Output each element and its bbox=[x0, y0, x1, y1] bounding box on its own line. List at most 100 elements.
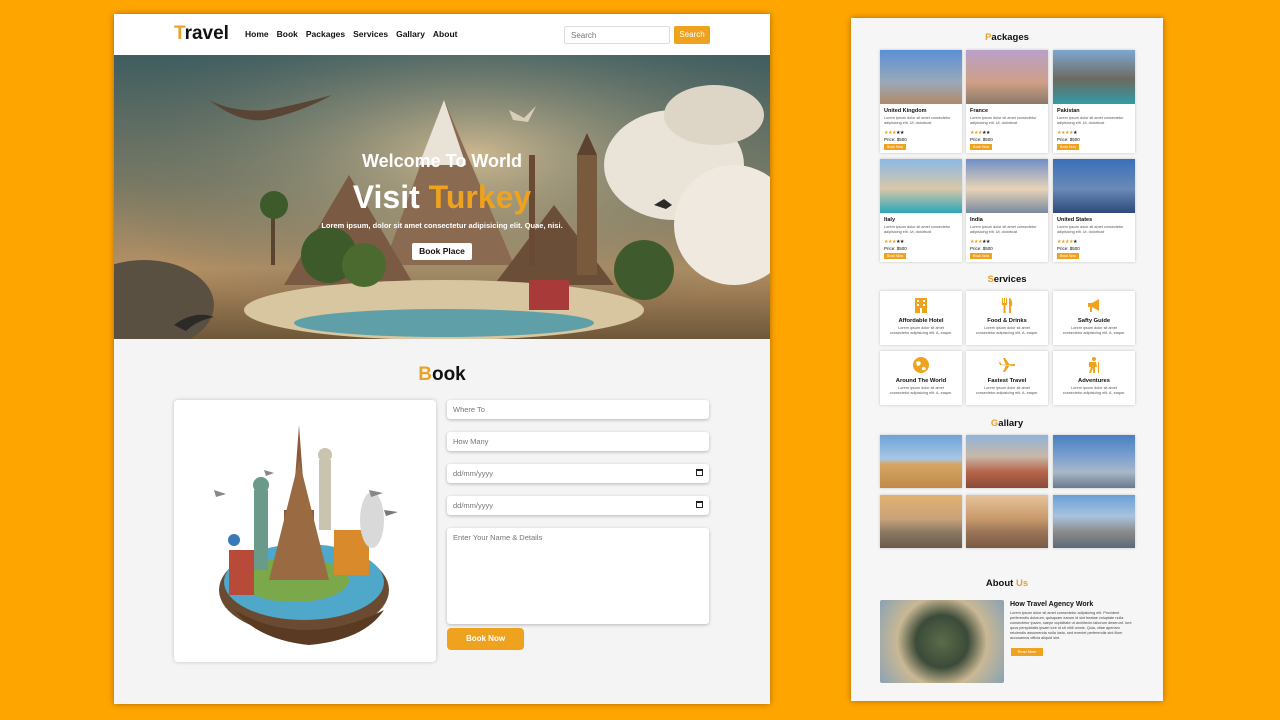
package-book-button[interactable]: Book Now bbox=[884, 253, 906, 259]
nav-link-book[interactable]: Book bbox=[277, 29, 298, 39]
date-from-input[interactable]: dd/mm/yyyy bbox=[447, 464, 709, 483]
package-book-button[interactable]: Book Now bbox=[884, 144, 906, 150]
package-book-button[interactable]: Book Now bbox=[970, 253, 992, 259]
star-rating: ★★★★★ bbox=[970, 239, 990, 245]
landmarks-island-image bbox=[214, 425, 398, 645]
package-card: United Kingdom Lorem ipsum dolor sit ame… bbox=[880, 50, 962, 153]
package-card: Italy Lorem ipsum dolor sit amet consect… bbox=[880, 159, 962, 262]
package-image bbox=[966, 50, 1048, 104]
about-image bbox=[880, 600, 1004, 683]
star-rating: ★★★★★ bbox=[884, 130, 904, 136]
how-many-input[interactable]: How Many bbox=[447, 432, 709, 451]
services-title: Services bbox=[987, 274, 1027, 285]
package-description: Lorem ipsum dolor sit amet consectetur a… bbox=[970, 116, 1037, 125]
service-description: Lorem ipsum dolor sit amet consectetur a… bbox=[1062, 386, 1126, 395]
service-description: Lorem ipsum dolor sit amet consectetur a… bbox=[889, 326, 953, 335]
package-image bbox=[1053, 50, 1135, 104]
service-card: Affordable Hotel Lorem ipsum dolor sit a… bbox=[880, 291, 962, 345]
service-description: Lorem ipsum dolor sit amet consectetur a… bbox=[1062, 326, 1126, 335]
service-description: Lorem ipsum dolor sit amet consectetur a… bbox=[975, 326, 1039, 335]
package-card: Pakistan Lorem ipsum dolor sit amet cons… bbox=[1053, 50, 1135, 153]
packages-title: Packages bbox=[985, 32, 1029, 43]
package-name: United Kingdom bbox=[884, 108, 927, 114]
utensils-icon bbox=[1002, 298, 1013, 313]
about-text: Lorem ipsum dolor sit amet consectetur a… bbox=[1010, 611, 1132, 640]
calendar-icon[interactable] bbox=[696, 469, 703, 476]
star-rating: ★★★★★ bbox=[1057, 130, 1077, 136]
service-card: Around The World Lorem ipsum dolor sit a… bbox=[880, 351, 962, 405]
package-image bbox=[880, 159, 962, 213]
package-image bbox=[966, 159, 1048, 213]
plane-icon bbox=[999, 358, 1015, 372]
navbar: Travel Home Book Packages Services Galla… bbox=[114, 14, 770, 55]
nav-link-packages[interactable]: Packages bbox=[306, 29, 345, 39]
package-price: Price: $500 bbox=[884, 137, 907, 142]
book-section-title: Book bbox=[418, 364, 466, 385]
package-name: Pakistan bbox=[1057, 108, 1080, 114]
star-rating: ★★★★★ bbox=[970, 130, 990, 136]
gallery-image-paris[interactable] bbox=[880, 495, 962, 548]
service-name: Food & Drinks bbox=[987, 318, 1027, 324]
package-name: India bbox=[970, 217, 983, 223]
logo[interactable]: Travel bbox=[174, 23, 229, 45]
book-place-button[interactable]: Book Place bbox=[412, 243, 472, 260]
package-name: France bbox=[970, 108, 989, 114]
gallery-image-istanbul[interactable] bbox=[1053, 495, 1135, 548]
package-book-button[interactable]: Book Now bbox=[1057, 253, 1079, 259]
service-card: Safty Guide Lorem ipsum dolor sit amet c… bbox=[1053, 291, 1135, 345]
package-name: United States bbox=[1057, 217, 1093, 223]
package-book-button[interactable]: Book Now bbox=[970, 144, 992, 150]
package-image bbox=[1053, 159, 1135, 213]
package-price: Price: $500 bbox=[1057, 137, 1080, 142]
package-description: Lorem ipsum dolor sit amet consectetur a… bbox=[884, 225, 951, 234]
service-name: Safty Guide bbox=[1077, 318, 1111, 324]
package-price: Price: $500 bbox=[970, 137, 993, 142]
desktop-preview: Travel Home Book Packages Services Galla… bbox=[114, 14, 770, 704]
about-title: About Us bbox=[985, 578, 1029, 589]
package-image bbox=[880, 50, 962, 104]
star-rating: ★★★★★ bbox=[1057, 239, 1077, 245]
about-heading: How Travel Agency Work bbox=[1010, 601, 1094, 608]
page-overview: Packages United Kingdom Lorem ipsum dolo… bbox=[851, 18, 1163, 701]
package-price: Price: $500 bbox=[884, 246, 907, 251]
package-card: France Lorem ipsum dolor sit amet consec… bbox=[966, 50, 1048, 153]
nav-link-about[interactable]: About bbox=[433, 29, 458, 39]
service-card: Food & Drinks Lorem ipsum dolor sit amet… bbox=[966, 291, 1048, 345]
hero-welcome: Welcome To World bbox=[361, 151, 522, 171]
search-button[interactable]: Search bbox=[674, 26, 710, 44]
read-more-button[interactable]: Read More bbox=[1011, 648, 1043, 656]
service-name: Adventures bbox=[1078, 378, 1110, 384]
megaphone-icon bbox=[1088, 299, 1099, 312]
gallery-title: Gallary bbox=[990, 418, 1024, 429]
gallery-image-city-rooftops[interactable] bbox=[966, 435, 1048, 488]
gallery-image-balloons[interactable] bbox=[966, 495, 1048, 548]
service-card: Adventures Lorem ipsum dolor sit amet co… bbox=[1053, 351, 1135, 405]
nav-link-gallary[interactable]: Gallary bbox=[396, 29, 425, 39]
package-description: Lorem ipsum dolor sit amet consectetur a… bbox=[884, 116, 951, 125]
package-card: India Lorem ipsum dolor sit amet consect… bbox=[966, 159, 1048, 262]
nav-link-home[interactable]: Home bbox=[245, 29, 269, 39]
nav-link-services[interactable]: Services bbox=[353, 29, 388, 39]
package-card: United States Lorem ipsum dolor sit amet… bbox=[1053, 159, 1135, 262]
details-textarea[interactable]: Enter Your Name & Details bbox=[447, 528, 709, 624]
service-description: Lorem ipsum dolor sit amet consectetur a… bbox=[975, 386, 1039, 395]
nav-menu: Home Book Packages Services Gallary Abou… bbox=[245, 29, 457, 39]
where-to-input[interactable]: Where To bbox=[447, 400, 709, 419]
gallery-image-skyline[interactable] bbox=[1053, 435, 1135, 488]
package-price: Price: $500 bbox=[970, 246, 993, 251]
star-rating: ★★★★★ bbox=[884, 239, 904, 245]
gallery-image-pyramids[interactable] bbox=[880, 435, 962, 488]
book-now-button[interactable]: Book Now bbox=[447, 628, 524, 650]
hero-subtext: Lorem ipsum, dolor sit amet consectetur … bbox=[321, 221, 563, 230]
hero-headline: Visit Turkey bbox=[352, 179, 532, 215]
service-description: Lorem ipsum dolor sit amet consectetur a… bbox=[889, 386, 953, 395]
book-illustration bbox=[174, 400, 436, 662]
search-input[interactable] bbox=[564, 26, 670, 44]
package-description: Lorem ipsum dolor sit amet consectetur a… bbox=[970, 225, 1037, 234]
package-description: Lorem ipsum dolor sit amet consectetur a… bbox=[1057, 225, 1124, 234]
calendar-icon[interactable] bbox=[696, 501, 703, 508]
package-name: Italy bbox=[884, 217, 896, 223]
package-book-button[interactable]: Book Now bbox=[1057, 144, 1079, 150]
hiker-icon bbox=[1089, 357, 1099, 373]
date-to-input[interactable]: dd/mm/yyyy bbox=[447, 496, 709, 515]
